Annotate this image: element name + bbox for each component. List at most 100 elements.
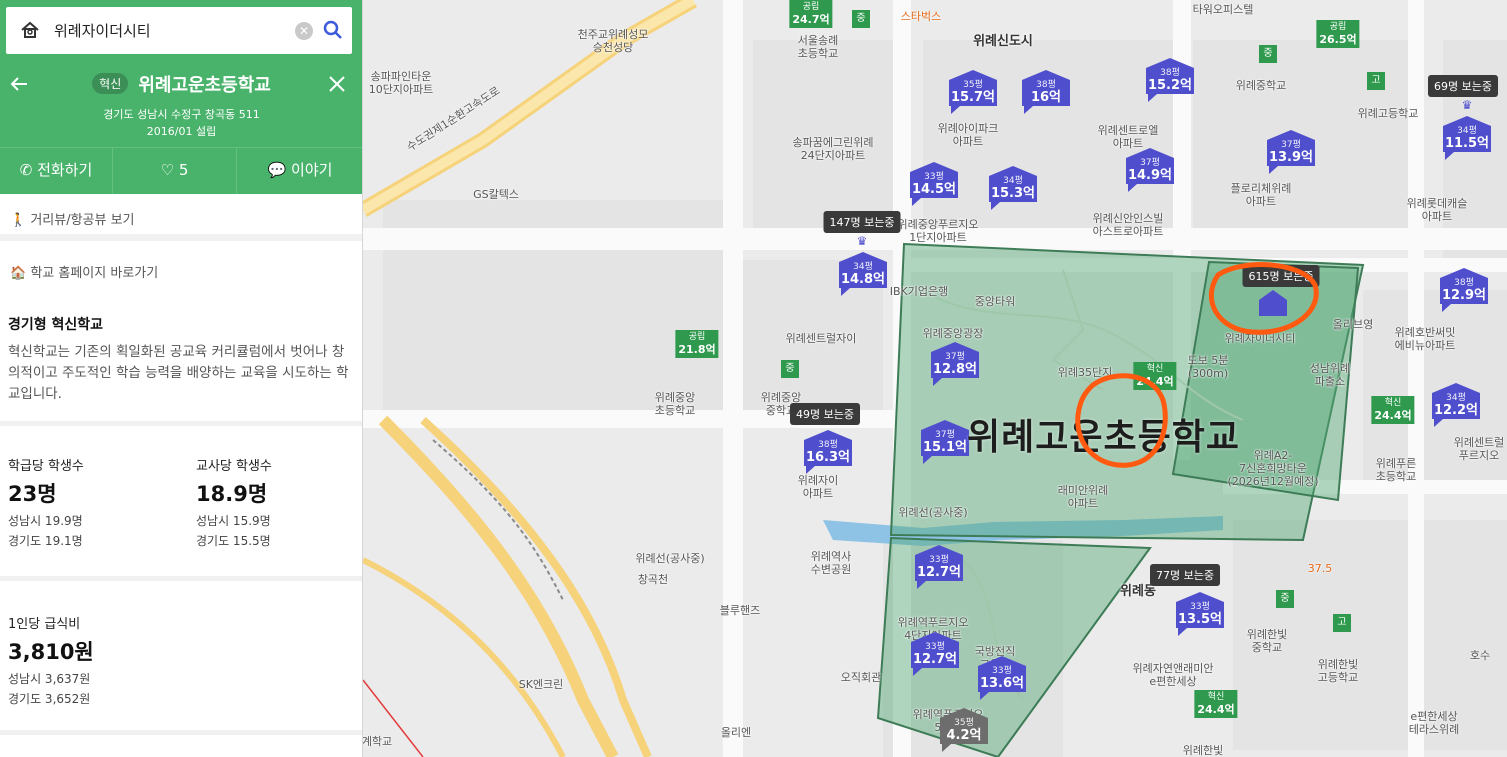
apartment-price: 16억 — [1030, 90, 1062, 105]
map-label: 창곡천 — [637, 573, 669, 586]
apartment-price: 4.2억 — [946, 728, 982, 743]
map-label: 중앙타워 — [974, 295, 1016, 308]
apartment-marker[interactable]: 34평 12.2억 — [1432, 383, 1480, 427]
apartment-marker[interactable]: 38평 15.2억 — [1146, 58, 1194, 102]
apartment-marker[interactable]: 37평 14.9억 — [1126, 148, 1174, 192]
middle-school-icon[interactable]: 중 — [1259, 45, 1277, 63]
apartment-marker[interactable]: 35평 15.7억 — [949, 70, 997, 114]
apartment-size: 35평 — [954, 718, 974, 728]
apartment-marker[interactable]: 33평 12.7억 — [911, 632, 959, 676]
school-score-value: 26.5억 — [1319, 33, 1357, 46]
apartment-price: 12.8억 — [932, 362, 978, 377]
school-score-type: 혁신 — [1146, 364, 1164, 374]
apartment-marker-selected[interactable] — [1259, 290, 1307, 316]
clear-icon[interactable]: ✕ — [295, 22, 313, 40]
high-school-icon[interactable]: 고 — [1333, 614, 1351, 632]
search-icon[interactable] — [322, 19, 344, 41]
viewers-badge[interactable]: 49명 보는중 — [790, 403, 860, 425]
apartment-price: 12.9억 — [1441, 288, 1487, 303]
search-bar: 위례자이더시티 ✕ — [0, 0, 362, 63]
divider — [0, 421, 362, 426]
school-score-marker[interactable]: 공립 24.7억 — [789, 0, 833, 28]
apartment-marker[interactable]: 37평 15.1억 — [921, 420, 969, 464]
students-per-teacher-value: 18.9명 — [196, 482, 268, 506]
map-label: 위례자이 아파트 — [797, 474, 839, 500]
close-icon[interactable] — [326, 73, 348, 95]
school-score-marker[interactable]: 공립 26.5억 — [1316, 20, 1360, 48]
viewers-badge[interactable]: 69명 보는중 — [1428, 75, 1498, 97]
streetview-link[interactable]: 🚶 거리뷰/항공뷰 보기 — [0, 195, 362, 241]
viewers-badge[interactable]: 147명 보는중 — [823, 211, 901, 233]
apartment-marker[interactable]: 38평 12.9억 — [1440, 268, 1488, 312]
school-header: 혁신 위례고운초등학교 경기도 성남시 수정구 창곡동 511 2016/01 … — [0, 63, 362, 147]
map-label: 플로리체위례 아파트 — [1230, 182, 1292, 208]
school-score-marker[interactable]: 혁신 24.4억 — [1133, 362, 1177, 390]
map-label: 서울송례 초등학교 — [797, 34, 839, 60]
map-label: 위례선(공사중) — [898, 506, 968, 519]
apartment-marker[interactable]: 38평 16.3억 — [804, 430, 852, 474]
apartment-size: 34평 — [1457, 126, 1477, 136]
apartment-size: 38평 — [818, 440, 838, 450]
map-label: 블루핸즈 — [719, 604, 761, 617]
high-school-icon[interactable]: 고 — [1367, 72, 1385, 90]
apartment-size: 33평 — [929, 555, 949, 565]
apartment-size: 34평 — [853, 262, 873, 272]
apartment-marker[interactable]: 34평 14.8억 — [839, 252, 887, 296]
school-map-label[interactable]: 위례고운초등학교 — [967, 408, 1240, 460]
school-score-marker[interactable]: 공립 21.8억 — [675, 330, 719, 358]
apartment-marker[interactable]: 38평 16억 — [1022, 70, 1070, 114]
students-per-class-seongnam: 성남시 19.9명 — [8, 514, 83, 528]
school-score-marker[interactable]: 혁신 24.4억 — [1194, 690, 1238, 718]
map-label: 위례호반써밋 에비뉴아파트 — [1394, 326, 1456, 352]
map-label: 위례한빛 고등학교 — [1317, 658, 1359, 684]
map-label-walk: 도보 5분 (300m) — [1187, 354, 1229, 380]
map-label: 위례자이더시티 — [1224, 332, 1296, 345]
school-type-badge: 혁신 — [92, 73, 129, 94]
map-label: 위례역사 수변공원 — [810, 550, 852, 576]
apartment-marker[interactable]: 33평 14.5억 — [910, 162, 958, 206]
search-input[interactable]: 위례자이더시티 — [54, 20, 151, 41]
call-button[interactable]: ✆ 전화하기 — [0, 148, 113, 194]
students-per-class-value: 23명 — [8, 482, 57, 506]
house-icon: 🏠 — [10, 266, 27, 281]
map-label-starbucks[interactable]: 스타벅스 — [901, 10, 941, 23]
apartment-marker[interactable]: 35평 4.2억 — [940, 708, 988, 752]
school-score-value: 24.4억 — [1374, 409, 1412, 422]
call-label: 전화하기 — [37, 161, 93, 179]
map-label: 천주교위례성모 승천성당 — [577, 28, 649, 54]
map-label: 위례센트럴 푸르지오 — [1453, 436, 1505, 462]
apartment-marker[interactable]: 33평 13.6억 — [978, 656, 1026, 700]
apartment-marker[interactable]: 33평 12.7억 — [915, 545, 963, 589]
talk-button[interactable]: 💬 이야기 — [237, 148, 362, 194]
map-label: 위례센트로엘 아파트 — [1097, 124, 1159, 150]
crown-icon: ♛ — [1461, 98, 1473, 112]
map-label: 타워오피스텔 — [1192, 3, 1254, 16]
school-score-marker[interactable]: 혁신 24.4억 — [1371, 396, 1415, 424]
homepage-link[interactable]: 🏠 학교 홈페이지 바로가기 — [0, 248, 362, 293]
meal-cost-value: 3,810원 — [8, 640, 94, 664]
middle-school-icon[interactable]: 중 — [1276, 590, 1294, 608]
apartment-marker[interactable]: 34평 11.5억 — [1443, 116, 1491, 160]
apartment-price: 14.8억 — [840, 272, 886, 287]
search-box[interactable]: 위례자이더시티 ✕ — [6, 7, 352, 54]
apartment-size: 34평 — [1003, 176, 1023, 186]
viewers-badge[interactable]: 77명 보는중 — [1150, 564, 1220, 586]
map-canvas[interactable]: 천주교위례성모 승천성당 스타벅스 위례신도시 송파파인타운 10단지아파트 서울송… — [362, 0, 1507, 757]
map-label: 송파파인타운 10단지아파트 — [368, 70, 434, 96]
map-label: 위례자연앤래미안 e편한세상 — [1132, 662, 1214, 688]
apartment-price: 15.1억 — [922, 440, 968, 455]
apartment-size: 37평 — [1140, 158, 1160, 168]
students-per-teacher-seongnam: 성남시 15.9명 — [196, 514, 271, 528]
middle-school-icon[interactable]: 중 — [781, 360, 799, 378]
students-per-teacher-label: 교사당 학생수 — [196, 459, 272, 474]
apartment-marker[interactable]: 33평 13.5억 — [1176, 592, 1224, 636]
divider — [0, 730, 362, 735]
apartment-marker[interactable]: 37평 12.8억 — [931, 342, 979, 386]
apartment-marker[interactable]: 37평 13.9억 — [1267, 130, 1315, 174]
home-logo-icon[interactable] — [19, 19, 41, 41]
viewers-badge[interactable]: 615명 보는중 — [1242, 265, 1320, 287]
like-button[interactable]: ♡ 5 — [113, 148, 237, 194]
middle-school-icon[interactable]: 중 — [852, 10, 870, 28]
map-label: 위례중앙 초등학교 — [654, 391, 696, 417]
apartment-marker[interactable]: 34평 15.3억 — [989, 166, 1037, 210]
